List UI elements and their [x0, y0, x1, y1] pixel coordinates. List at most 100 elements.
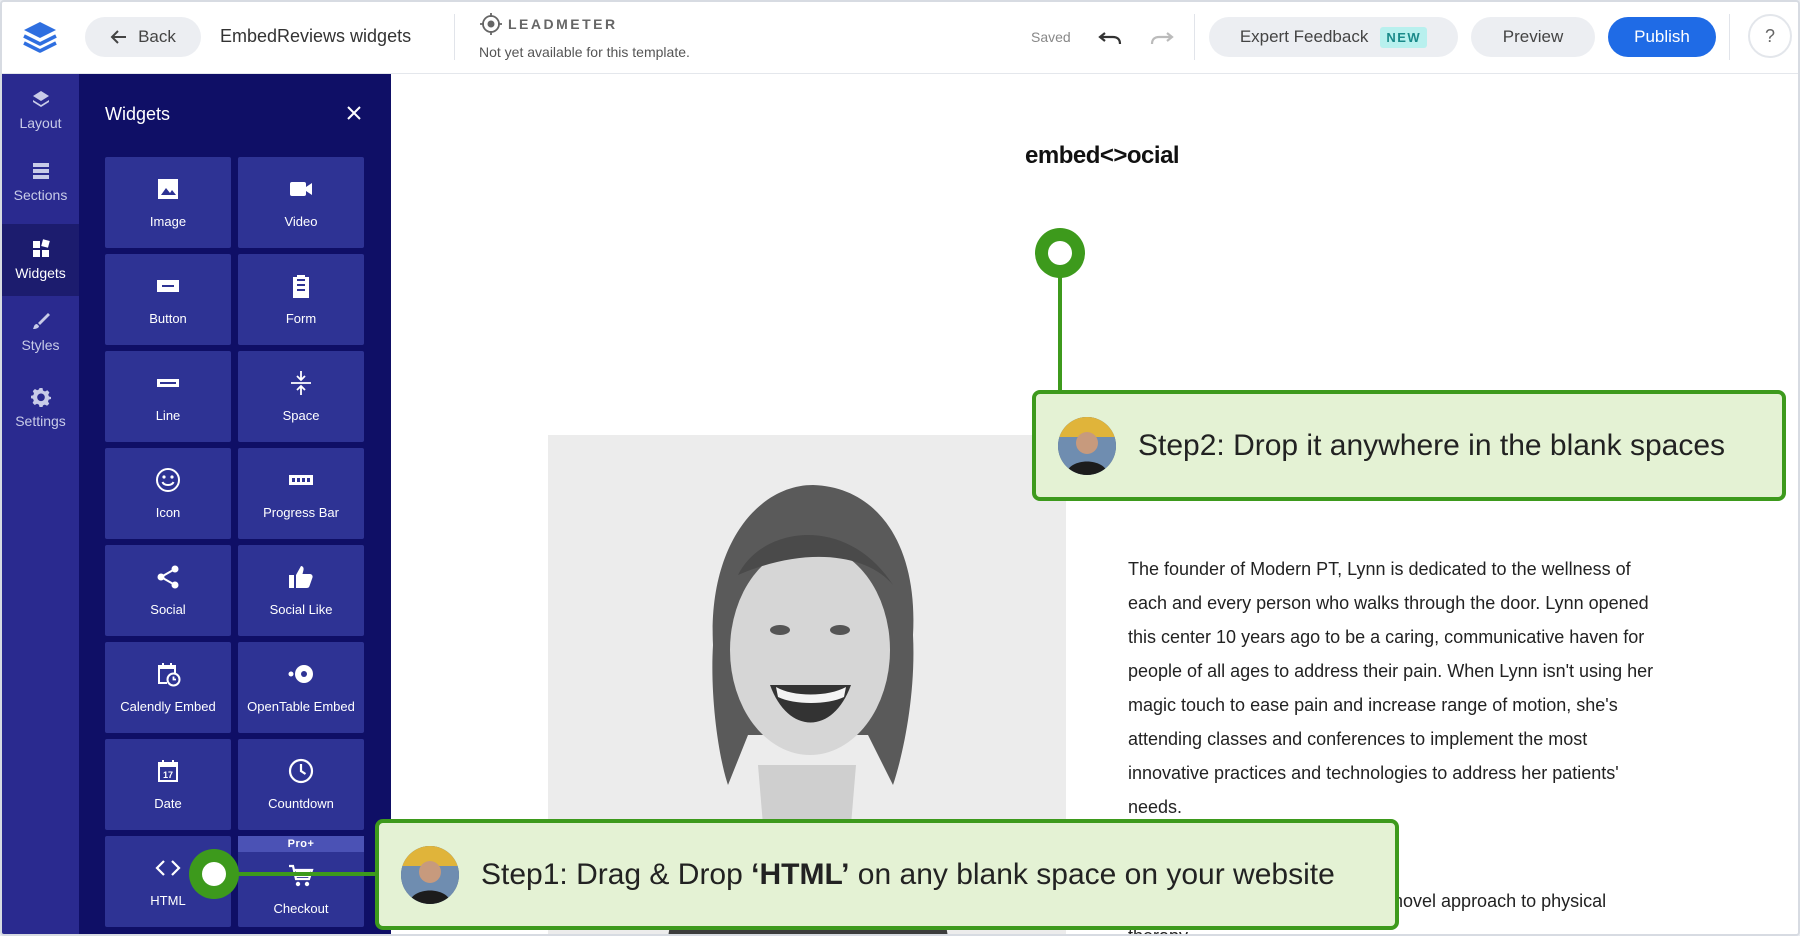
- widget-tile-label: Date: [154, 796, 182, 811]
- guide-avatar-image: [401, 845, 459, 904]
- back-button-label: Back: [138, 27, 176, 46]
- preview-button[interactable]: Preview: [1471, 17, 1595, 57]
- svg-text:17: 17: [163, 770, 173, 780]
- brush-icon: [32, 313, 50, 329]
- step1-suffix: on any blank space on your website: [849, 857, 1335, 891]
- arrow-left-icon: [110, 30, 127, 44]
- rail-item-sections[interactable]: Sections: [2, 146, 79, 218]
- thumbs-up-icon: [289, 566, 313, 588]
- widget-tile-social[interactable]: Social: [105, 545, 231, 636]
- widget-tile-label: Icon: [155, 505, 181, 520]
- widget-tile-space[interactable]: Space: [238, 351, 364, 442]
- step1-text: Step1: Drag & Drop ‘HTML’ on any blank s…: [481, 858, 1335, 892]
- step2-callout: Step2: Drop it anywhere in the blank spa…: [1032, 390, 1786, 501]
- new-badge: NEW: [1380, 26, 1428, 48]
- editor-window: Back EmbedReviews widgets LEADMETER Not …: [0, 0, 1800, 936]
- widget-tile-opentable-embed[interactable]: OpenTable Embed: [238, 642, 364, 733]
- rail-item-layout[interactable]: Layout: [2, 74, 79, 146]
- leadmeter-brand: LEADMETER: [480, 13, 618, 35]
- bio-continuation[interactable]: novel approach to physical: [1393, 891, 1606, 912]
- back-button[interactable]: Back: [85, 17, 201, 57]
- widget-tile-label: HTML: [150, 893, 186, 908]
- line-icon: [157, 379, 179, 387]
- step1-connector: [232, 872, 378, 876]
- widget-tile-social-like[interactable]: Social Like: [238, 545, 364, 636]
- guide-avatar-image: [1058, 416, 1116, 475]
- help-button[interactable]: ?: [1748, 14, 1792, 58]
- leadmeter-label: LEADMETER: [508, 16, 618, 32]
- rail-item-label: Sections: [13, 187, 68, 203]
- step2-drop-marker: [1035, 228, 1085, 278]
- widget-tile-label: OpenTable Embed: [247, 699, 355, 714]
- pro-badge: Pro+: [238, 836, 364, 852]
- widget-tile-label: Button: [149, 311, 187, 326]
- rail-item-settings[interactable]: Settings: [2, 372, 79, 444]
- close-icon[interactable]: [343, 102, 365, 124]
- publish-button[interactable]: Publish: [1608, 17, 1716, 57]
- toolbar-divider: [1729, 14, 1730, 60]
- guide-avatar: [1058, 416, 1116, 475]
- widget-tile-label: Calendly Embed: [120, 699, 216, 714]
- widget-tile-label: Image: [149, 214, 187, 229]
- expert-feedback-label: Expert Feedback: [1239, 27, 1369, 46]
- cart-icon: [289, 864, 314, 887]
- widget-tile-label: Checkout: [273, 901, 329, 916]
- battery-icon: [289, 475, 313, 485]
- smiley-icon: [156, 468, 180, 492]
- guide-avatar: [401, 845, 459, 904]
- redo-icon[interactable]: [1149, 24, 1175, 50]
- document-title[interactable]: EmbedReviews widgets: [220, 26, 411, 47]
- left-rail: Layout Sections Widgets Styles Settings: [2, 74, 79, 934]
- space-icon: [291, 371, 311, 395]
- toolbar-divider: [1194, 14, 1195, 60]
- widget-tile-calendly-embed[interactable]: Calendly Embed: [105, 642, 231, 733]
- widget-tile-date[interactable]: 17 Date: [105, 739, 231, 830]
- expert-feedback-button[interactable]: Expert Feedback NEW: [1209, 17, 1458, 57]
- share-icon: [157, 565, 179, 589]
- image-icon: [158, 179, 178, 199]
- calendar-clock-icon: [158, 663, 181, 687]
- rail-item-label: Styles: [21, 337, 60, 353]
- founder-bio[interactable]: The founder of Modern PT, Lynn is dedica…: [1128, 552, 1658, 824]
- rail-item-label: Widgets: [15, 265, 66, 281]
- panel-title: Widgets: [105, 104, 171, 124]
- widget-tile-label: Social Like: [269, 602, 333, 617]
- opentable-icon: [288, 665, 313, 683]
- save-status: Saved: [1031, 29, 1071, 45]
- layers-icon: [32, 91, 49, 107]
- rail-item-label: Layout: [19, 115, 62, 131]
- undo-icon[interactable]: [1097, 24, 1123, 50]
- sections-icon: [32, 163, 49, 179]
- widget-tile-icon[interactable]: Icon: [105, 448, 231, 539]
- widget-tile-label: Countdown: [268, 796, 334, 811]
- app-logo-icon[interactable]: [20, 18, 60, 58]
- step2-text: Step2: Drop it anywhere in the blank spa…: [1138, 428, 1726, 462]
- page-canvas[interactable]: embed<>ocial The founder of Modern PT, L…: [391, 74, 1798, 934]
- widgets-icon: [32, 239, 50, 257]
- widget-tile-countdown[interactable]: Countdown: [238, 739, 364, 830]
- site-logo[interactable]: embed<>ocial: [1025, 142, 1180, 170]
- widget-tile-checkout[interactable]: Pro+ Checkout: [238, 836, 364, 927]
- toolbar-divider: [454, 14, 455, 60]
- widgets-panel: Widgets Image Video Button Form Line Spa…: [79, 74, 391, 934]
- top-toolbar: Back EmbedReviews widgets LEADMETER Not …: [2, 2, 1798, 74]
- widget-tile-video[interactable]: Video: [238, 157, 364, 248]
- target-icon: [480, 13, 502, 35]
- widget-tile-label: Space: [282, 408, 320, 423]
- leadmeter-status: Not yet available for this template.: [479, 44, 690, 60]
- rail-item-widgets[interactable]: Widgets: [2, 224, 79, 296]
- widget-tile-form[interactable]: Form: [238, 254, 364, 345]
- widget-tile-label: Line: [155, 408, 181, 423]
- widget-tile-label: Progress Bar: [263, 505, 339, 520]
- button-icon: [157, 280, 179, 292]
- widget-tile-line[interactable]: Line: [105, 351, 231, 442]
- widget-tile-label: Social: [150, 602, 186, 617]
- widget-tile-image[interactable]: Image: [105, 157, 231, 248]
- step1-callout: Step1: Drag & Drop ‘HTML’ on any blank s…: [375, 819, 1399, 930]
- widget-tile-progress-bar[interactable]: Progress Bar: [238, 448, 364, 539]
- rail-item-styles[interactable]: Styles: [2, 296, 79, 368]
- widget-tile-button[interactable]: Button: [105, 254, 231, 345]
- clipboard-icon: [293, 275, 309, 298]
- step1-bold: ‘HTML’: [751, 857, 850, 891]
- code-icon: [155, 860, 181, 876]
